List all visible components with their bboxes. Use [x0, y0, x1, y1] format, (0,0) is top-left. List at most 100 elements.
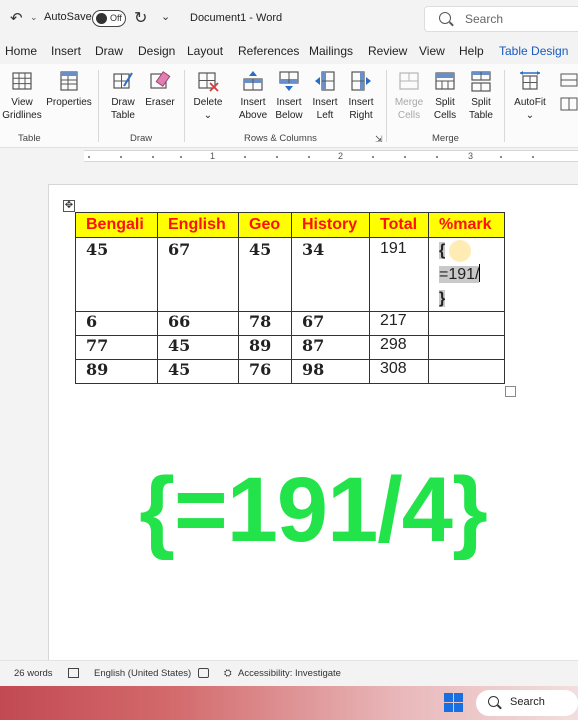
properties-icon [60, 71, 78, 91]
dialog-launcher-icon[interactable]: ⇲ [375, 134, 383, 145]
windows-start-icon[interactable] [444, 693, 464, 713]
language-status[interactable]: English (United States) [94, 668, 191, 679]
autosave-toggle[interactable]: Off [92, 10, 126, 27]
status-bar: 26 words English (United States) ⛭ Acces… [0, 660, 578, 686]
header-cell-geo[interactable]: Geo [238, 212, 292, 238]
taskbar-search[interactable]: Search [476, 690, 578, 716]
insert-right-button[interactable]: Insert Right [344, 70, 378, 122]
table-cell[interactable] [428, 359, 505, 384]
table-cell[interactable]: 308 [369, 359, 429, 384]
merge-cells-icon [399, 72, 419, 90]
merge-cells-button[interactable]: Merge Cells [392, 70, 426, 122]
percent-mark-cell-editing[interactable]: { =191/ } [428, 237, 505, 312]
table-cell[interactable]: 66 [157, 311, 239, 336]
table-cell[interactable]: 76 [238, 359, 292, 384]
tab-view[interactable]: View [419, 44, 445, 58]
insert-left-button[interactable]: Insert Left [308, 70, 342, 122]
horizontal-ruler[interactable]: 1 2 3 [84, 150, 578, 162]
button-label: View [11, 97, 33, 108]
tab-insert[interactable]: Insert [51, 44, 81, 58]
search-box[interactable]: Search [424, 6, 578, 32]
table-cell[interactable]: 98 [291, 359, 370, 384]
autofit-button[interactable]: AutoFit ⌄ [510, 70, 550, 122]
insert-below-button[interactable]: Insert Below [272, 70, 306, 122]
draw-table-icon [113, 72, 133, 89]
table-cell[interactable]: 77 [75, 335, 158, 360]
header-cell-bengali[interactable]: Bengali [75, 212, 158, 238]
table-cell[interactable]: 87 [291, 335, 370, 360]
gridlines-icon [12, 72, 32, 90]
tab-help[interactable]: Help [459, 44, 484, 58]
tab-layout[interactable]: Layout [187, 44, 223, 58]
focus-mode-icon[interactable] [198, 668, 209, 678]
field-code[interactable]: { =191/ } [439, 239, 504, 311]
table-cell[interactable]: 34 [291, 237, 370, 312]
split-cells-button[interactable]: Split Cells [428, 70, 462, 122]
split-cells-icon [435, 72, 455, 90]
taskbar: Search [0, 686, 578, 720]
group-label-draw: Draw [130, 133, 153, 144]
table-header-row: Bengali English Geo History Total %mark [75, 212, 505, 238]
tab-table-design[interactable]: Table Design [499, 44, 568, 58]
undo-icon[interactable]: ↶ [10, 9, 23, 27]
table-cell[interactable]: 217 [369, 311, 429, 336]
tab-draw[interactable]: Draw [95, 44, 123, 58]
tab-references[interactable]: References [238, 44, 299, 58]
insert-above-button[interactable]: Insert Above [236, 70, 270, 122]
tab-review[interactable]: Review [368, 44, 407, 58]
table-cell[interactable]: 298 [369, 335, 429, 360]
table-cell[interactable]: 6 [75, 311, 158, 336]
table-cell[interactable]: 45 [238, 237, 292, 312]
draw-table-button[interactable]: Draw Table [106, 70, 140, 122]
table-cell[interactable]: 67 [291, 311, 370, 336]
accessibility-icon: ⛭ [224, 668, 232, 679]
dropdown-caret: ⌄ [525, 110, 535, 121]
customize-qat-icon[interactable]: ⌄ [161, 10, 170, 23]
table-resize-handle[interactable] [505, 386, 516, 397]
view-gridlines-button[interactable]: View Gridlines [2, 70, 42, 122]
column-width-icon[interactable] [560, 96, 578, 112]
tab-mailings[interactable]: Mailings [309, 44, 353, 58]
ruler-tick [372, 156, 374, 158]
insert-below-icon [279, 71, 299, 91]
table-cell[interactable]: 45 [157, 335, 239, 360]
delete-table-icon [198, 72, 219, 92]
ruler-tick [404, 156, 406, 158]
table-move-handle-icon[interactable]: ✥ [63, 200, 75, 212]
button-label: Insert [276, 97, 302, 108]
tab-design[interactable]: Design [138, 44, 175, 58]
properties-button[interactable]: Properties [45, 70, 93, 109]
marks-table[interactable]: Bengali English Geo History Total %mark … [75, 212, 505, 384]
redo-icon[interactable]: ↻ [134, 8, 147, 28]
group-label-rows-columns: Rows & Columns [244, 133, 317, 144]
button-label: Above [238, 110, 268, 121]
button-label: Split [471, 97, 491, 108]
proofing-icon[interactable] [68, 668, 79, 678]
word-count[interactable]: 26 words [14, 668, 53, 679]
table-cell[interactable]: 67 [157, 237, 239, 312]
delete-button[interactable]: Delete ⌄ [190, 70, 226, 122]
accessibility-status[interactable]: Accessibility: Investigate [238, 668, 341, 679]
group-separator [504, 70, 505, 142]
row-height-icon[interactable] [560, 72, 578, 88]
header-cell-total[interactable]: Total [369, 212, 429, 238]
table-cell[interactable]: 45 [157, 359, 239, 384]
ruler-number: 3 [468, 151, 474, 161]
insert-left-icon [315, 71, 335, 91]
tab-home[interactable]: Home [5, 44, 37, 58]
table-cell[interactable]: 191 [369, 237, 429, 312]
header-cell-percent-mark[interactable]: %mark [428, 212, 505, 238]
header-cell-history[interactable]: History [291, 212, 370, 238]
ruler-tick [436, 156, 438, 158]
table-cell[interactable]: 89 [238, 335, 292, 360]
eraser-button[interactable]: Eraser [143, 70, 177, 109]
undo-dropdown-icon[interactable]: ⌄ [30, 12, 38, 23]
table-cell[interactable] [428, 335, 505, 360]
split-table-button[interactable]: Split Table [464, 70, 498, 122]
table-cell[interactable]: 78 [238, 311, 292, 336]
table-cell[interactable]: 89 [75, 359, 158, 384]
table-cell[interactable]: 45 [75, 237, 158, 312]
header-cell-english[interactable]: English [157, 212, 239, 238]
table-cell[interactable] [428, 311, 505, 336]
button-label: Delete [193, 97, 223, 108]
